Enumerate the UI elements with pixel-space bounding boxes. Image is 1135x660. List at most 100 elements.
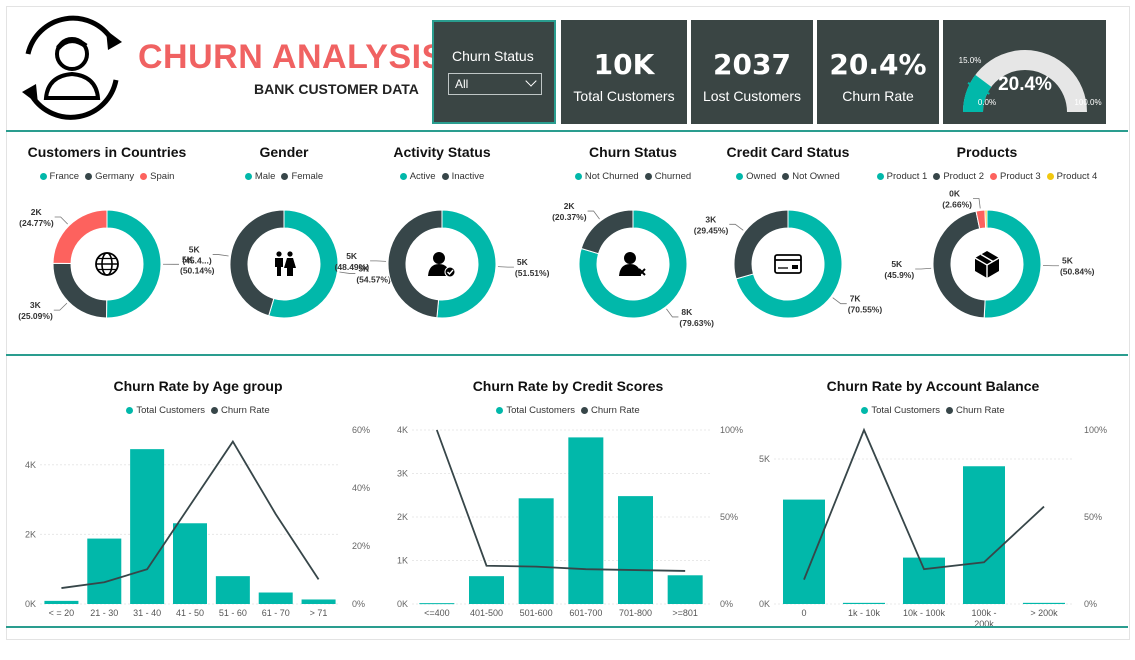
- user-remove-icon: [619, 252, 645, 276]
- donut-slice[interactable]: [985, 210, 987, 228]
- legend-marker: [245, 173, 252, 180]
- right-axis-tick: 100%: [1084, 425, 1107, 435]
- left-axis-tick: 0K: [759, 599, 770, 609]
- churn-status-slicer: Churn Status All: [432, 20, 556, 124]
- label-leader-line: [833, 298, 847, 304]
- donut-slice[interactable]: [581, 210, 633, 254]
- slice-percent-label: (29.45%): [694, 225, 729, 235]
- donut-slice[interactable]: [437, 210, 496, 318]
- legend-item[interactable]: Germany: [85, 171, 134, 182]
- legend-marker: [782, 173, 789, 180]
- slicer-title: Churn Status: [452, 48, 534, 64]
- slice-count-label: 3K: [705, 214, 717, 224]
- churn-gauge-card: 20.4% 0.0% 100.0% 15.0%: [943, 20, 1106, 124]
- gauge-max-label: 100.0%: [1074, 98, 1101, 107]
- section-divider: [6, 130, 1128, 132]
- legend-label: France: [50, 171, 80, 182]
- donut-title: Credit Card Status: [698, 144, 878, 160]
- slice-count-label: 2K: [31, 207, 43, 217]
- label-leader-line: [729, 224, 743, 230]
- legend-item[interactable]: Active: [400, 171, 436, 182]
- legend-label: Product 2: [943, 171, 984, 182]
- donut-title: Customers in Countries: [17, 144, 197, 160]
- dashboard-title: CHURN ANALYSIS: [138, 38, 445, 77]
- legend-item[interactable]: Not Owned: [782, 171, 840, 182]
- donut-legend: Owned Not Owned: [678, 171, 898, 182]
- bar[interactable]: [963, 466, 1005, 604]
- kpi-value: 20.4%: [817, 48, 939, 81]
- legend-item[interactable]: Product 4: [1047, 171, 1098, 182]
- label-leader-line: [213, 255, 229, 256]
- legend-marker: [400, 173, 407, 180]
- left-axis-tick: 5K: [759, 454, 770, 464]
- slice-percent-label: (45.9%): [884, 270, 914, 280]
- legend-label: Germany: [95, 171, 134, 182]
- slice-percent-label: (50.84%): [1060, 267, 1095, 277]
- legend-item[interactable]: Owned: [736, 171, 776, 182]
- legend-label: Not Owned: [792, 171, 840, 182]
- globe-icon: [96, 253, 118, 275]
- legend-marker: [933, 173, 940, 180]
- user-check-icon: [428, 252, 455, 277]
- credit-card-icon: [775, 255, 801, 273]
- legend-item[interactable]: Product 1: [877, 171, 928, 182]
- legend-item[interactable]: Male: [245, 171, 276, 182]
- bar[interactable]: [1023, 603, 1065, 604]
- slice-count-label: 3K: [30, 300, 42, 310]
- slice-percent-label: (2.66%): [942, 199, 972, 209]
- section-divider: [6, 626, 1128, 628]
- churn-gauge: 20.4% 0.0% 100.0% 15.0%: [943, 20, 1106, 124]
- donut-slice[interactable]: [388, 210, 442, 318]
- chart-title: Churn Rate by Age group: [48, 378, 348, 394]
- kpi-label: Lost Customers: [691, 88, 813, 104]
- section-divider: [6, 354, 1128, 356]
- legend-item[interactable]: Inactive: [442, 171, 485, 182]
- gauge-target-label: 15.0%: [959, 56, 982, 65]
- legend-item[interactable]: Product 3: [990, 171, 1041, 182]
- legend-marker: [877, 173, 884, 180]
- legend-marker: [85, 173, 92, 180]
- bar[interactable]: [783, 500, 825, 604]
- legend-marker: [990, 173, 997, 180]
- legend-label: Spain: [150, 171, 174, 182]
- kpi-value: 2037: [691, 48, 813, 81]
- donut-title: Churn Status: [543, 144, 723, 160]
- legend-item[interactable]: France: [40, 171, 80, 182]
- category-tick: 0: [801, 608, 806, 618]
- slicer-dropdown[interactable]: All: [448, 73, 542, 95]
- legend-item[interactable]: Spain: [140, 171, 174, 182]
- chevron-down-icon: [525, 75, 536, 86]
- legend-item[interactable]: Not Churned: [575, 171, 639, 182]
- legend-label: Male: [255, 171, 276, 182]
- chart-title: Churn Rate by Account Balance: [783, 378, 1083, 394]
- label-leader-line: [55, 217, 68, 224]
- donut-title: Activity Status: [352, 144, 532, 160]
- legend-item[interactable]: Female: [281, 171, 323, 182]
- right-axis-tick: 0%: [1084, 599, 1097, 609]
- slice-percent-label: (45.4...): [182, 256, 211, 266]
- legend-label: Inactive: [452, 171, 485, 182]
- legend-marker: [281, 173, 288, 180]
- donut-legend: Product 1 Product 2 Product 3 Product 4: [877, 171, 1097, 182]
- kpi-value: 10K: [561, 48, 687, 81]
- bar[interactable]: [903, 558, 945, 604]
- category-tick: 1k - 10k: [848, 608, 881, 618]
- legend-item[interactable]: Product 2: [933, 171, 984, 182]
- legend-marker: [40, 173, 47, 180]
- kpi-lost-customers: 2037 Lost Customers: [691, 20, 813, 124]
- legend-marker: [140, 173, 147, 180]
- slice-percent-label: (24.77%): [19, 218, 54, 228]
- slicer-selected-value: All: [455, 77, 468, 91]
- bar[interactable]: [843, 603, 885, 604]
- legend-label: Product 4: [1057, 171, 1098, 182]
- dashboard-subtitle: BANK CUSTOMER DATA: [254, 81, 419, 97]
- donut-legend: Active Inactive: [332, 171, 552, 182]
- category-tick: > 200k: [1030, 608, 1058, 618]
- churn-rate-line[interactable]: [804, 430, 1044, 580]
- slice-count-label: 2K: [564, 201, 576, 211]
- legend-label: Female: [291, 171, 323, 182]
- slice-percent-label: (25.09%): [18, 311, 53, 321]
- legend-marker: [1047, 173, 1054, 180]
- legend-marker: [736, 173, 743, 180]
- label-leader-line: [588, 211, 600, 219]
